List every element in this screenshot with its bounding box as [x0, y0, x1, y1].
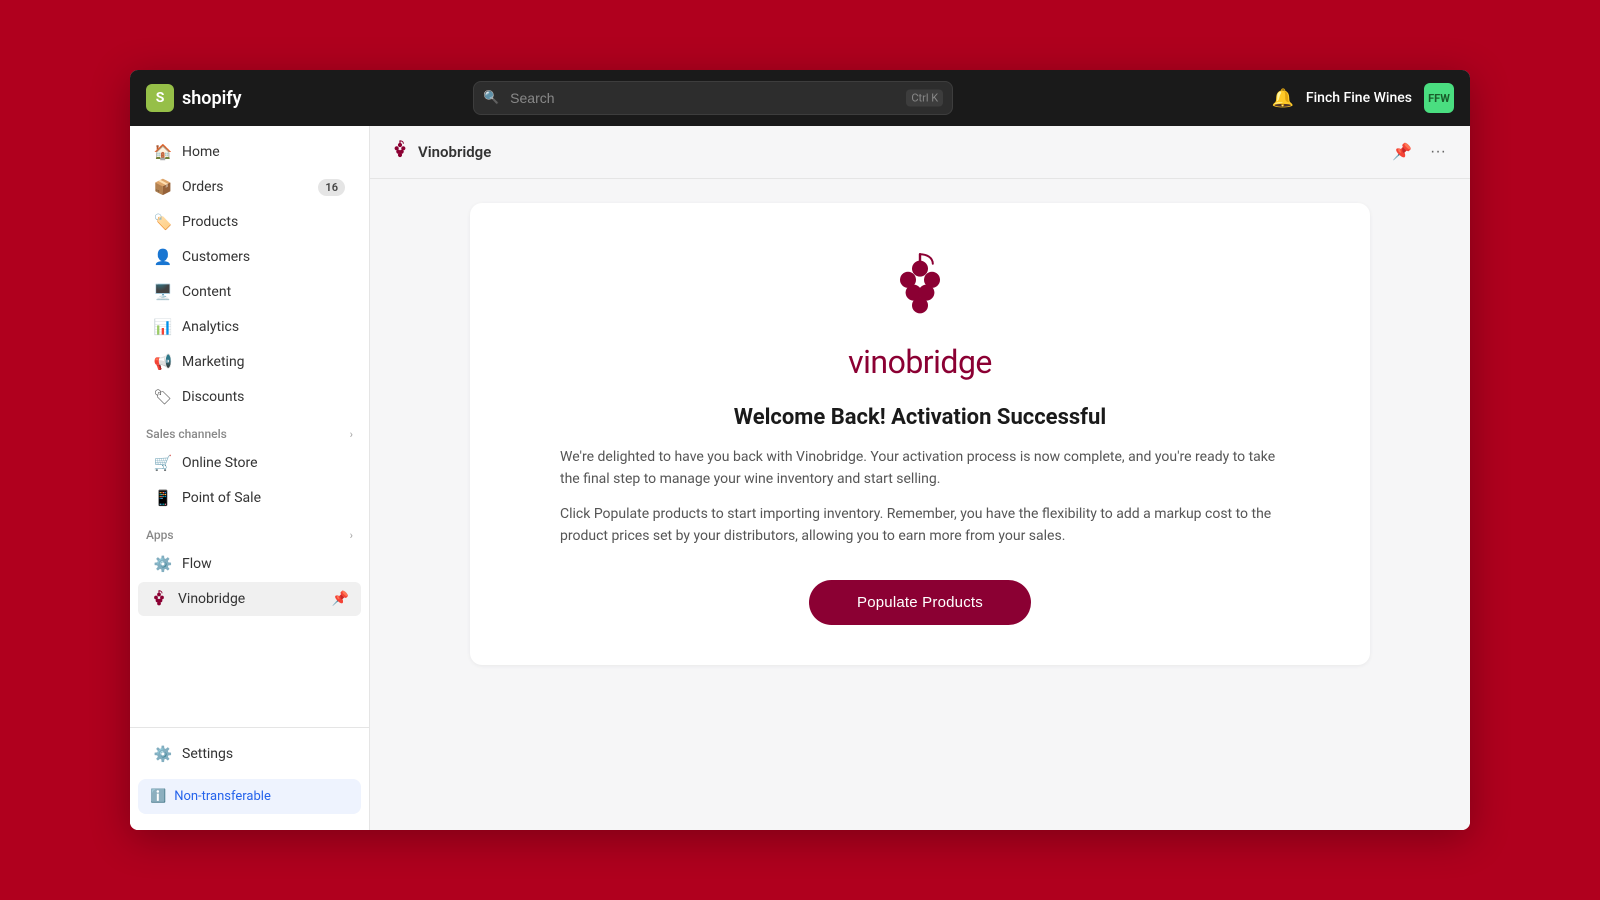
apps-chevron: ›: [350, 529, 353, 542]
sidebar-item-marketing[interactable]: 📢 Marketing: [138, 345, 361, 379]
sidebar-item-analytics[interactable]: 📊 Analytics: [138, 310, 361, 344]
vinobridge-logo-grape: [880, 251, 960, 331]
apps-label: Apps: [146, 528, 174, 542]
sidebar-item-products[interactable]: 🏷️ Products: [138, 205, 361, 239]
store-avatar: FFW: [1424, 83, 1454, 113]
apps-section[interactable]: Apps ›: [130, 516, 369, 546]
card-title: Welcome Back! Activation Successful: [510, 405, 1330, 430]
search-input[interactable]: [473, 81, 953, 115]
bell-icon[interactable]: 🔔: [1271, 88, 1293, 109]
sidebar-label-orders: Orders: [182, 179, 224, 195]
sidebar-item-point-of-sale[interactable]: 📱 Point of Sale: [138, 481, 361, 515]
sidebar-label-discounts: Discounts: [182, 389, 244, 405]
topbar-right: 🔔 Finch Fine Wines FFW: [1271, 83, 1454, 113]
online-store-icon: 🛒: [154, 454, 172, 472]
search-icon: 🔍: [483, 91, 499, 106]
content-header-title: Vinobridge: [390, 140, 1378, 164]
customers-icon: 👤: [154, 248, 172, 266]
orders-badge: 16: [318, 179, 345, 196]
sidebar-item-customers[interactable]: 👤 Customers: [138, 240, 361, 274]
content-body: vinobridge Welcome Back! Activation Succ…: [370, 179, 1470, 830]
sidebar-item-home[interactable]: 🏠 Home: [138, 135, 361, 169]
sales-channels-section[interactable]: Sales channels ›: [130, 415, 369, 445]
search-shortcut: Ctrl K: [906, 90, 943, 107]
sidebar-label-customers: Customers: [182, 249, 250, 265]
sidebar-item-flow[interactable]: ⚙️ Flow: [138, 547, 361, 581]
content-icon: 🖥️: [154, 283, 172, 301]
shopify-logo: S shopify: [146, 84, 306, 112]
content-header: Vinobridge 📌 ···: [370, 126, 1470, 179]
populate-products-button[interactable]: Populate Products: [809, 580, 1031, 625]
vinobridge-logo-text: vinobridge: [510, 343, 1330, 381]
sidebar-label-pos: Point of Sale: [182, 490, 261, 506]
sidebar-item-settings[interactable]: ⚙️ Settings: [138, 737, 361, 771]
sidebar-label-flow: Flow: [182, 556, 212, 572]
marketing-icon: 📢: [154, 353, 172, 371]
sidebar-label-marketing: Marketing: [182, 354, 245, 370]
shopify-logo-text: shopify: [182, 88, 242, 109]
sidebar-nav: 🏠 Home 📦 Orders 16 🏷️ Products: [130, 126, 369, 727]
search-bar[interactable]: 🔍 Ctrl K: [473, 81, 953, 115]
more-button[interactable]: ···: [1426, 139, 1450, 165]
sidebar: 🏠 Home 📦 Orders 16 🏷️ Products: [130, 126, 370, 830]
sidebar-label-online-store: Online Store: [182, 455, 258, 471]
orders-icon: 📦: [154, 178, 172, 196]
vino-logo-area: vinobridge: [510, 251, 1330, 381]
shopify-logo-icon: S: [146, 84, 174, 112]
sidebar-label-settings: Settings: [182, 746, 233, 762]
content-header-grape-icon: [390, 140, 410, 164]
non-transferable-label: Non-transferable: [174, 789, 271, 804]
content-header-actions: 📌 ···: [1388, 138, 1450, 166]
sales-channels-label: Sales channels: [146, 427, 227, 441]
vinobridge-sidebar-icon: [150, 590, 168, 608]
flow-icon: ⚙️: [154, 555, 172, 573]
pos-icon: 📱: [154, 489, 172, 507]
pin-button[interactable]: 📌: [1388, 138, 1416, 166]
sidebar-label-analytics: Analytics: [182, 319, 239, 335]
sidebar-item-vinobridge[interactable]: Vinobridge 📌: [138, 582, 361, 616]
sidebar-label-vinobridge: Vinobridge: [178, 591, 245, 607]
sidebar-bottom: ⚙️ Settings ℹ️ Non-transferable: [130, 727, 369, 830]
sidebar-item-orders[interactable]: 📦 Orders 16: [138, 170, 361, 204]
card-paragraph2: Click Populate products to start importi…: [560, 503, 1280, 548]
home-icon: 🏠: [154, 143, 172, 161]
content-title-text: Vinobridge: [418, 143, 491, 161]
store-name: Finch Fine Wines: [1306, 90, 1412, 106]
analytics-icon: 📊: [154, 318, 172, 336]
non-transferable-banner: ℹ️ Non-transferable: [138, 779, 361, 814]
activation-card: vinobridge Welcome Back! Activation Succ…: [470, 203, 1370, 665]
topbar: S shopify 🔍 Ctrl K 🔔 Finch Fine Wines FF…: [130, 70, 1470, 126]
sidebar-label-home: Home: [182, 144, 220, 160]
products-icon: 🏷️: [154, 213, 172, 231]
sales-channels-chevron: ›: [350, 428, 353, 441]
sidebar-label-content: Content: [182, 284, 231, 300]
sidebar-label-products: Products: [182, 214, 238, 230]
sidebar-item-online-store[interactable]: 🛒 Online Store: [138, 446, 361, 480]
card-paragraph1: We're delighted to have you back with Vi…: [560, 446, 1280, 491]
info-icon: ℹ️: [150, 789, 166, 804]
sidebar-item-content[interactable]: 🖥️ Content: [138, 275, 361, 309]
sidebar-item-discounts[interactable]: 🏷 Discounts: [138, 380, 361, 414]
main-layout: 🏠 Home 📦 Orders 16 🏷️ Products: [130, 126, 1470, 830]
vino-pin-icon: 📌: [332, 591, 349, 607]
discounts-icon: 🏷: [154, 388, 172, 406]
settings-icon: ⚙️: [154, 745, 172, 763]
content-area: Vinobridge 📌 ···: [370, 126, 1470, 830]
